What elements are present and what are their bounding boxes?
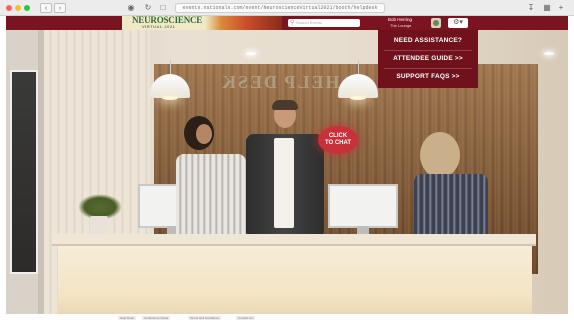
- settings-menu-button[interactable]: ⚙▾: [448, 18, 468, 28]
- door-glass: [10, 70, 38, 274]
- footer-link-contact[interactable]: Contact Us: [236, 316, 255, 320]
- event-logo[interactable]: NEUROSCIENCE VIRTUAL 2021: [122, 16, 282, 30]
- footer-link-help-desk[interactable]: Help Desk: [118, 316, 136, 320]
- help-desk-counter: [58, 246, 532, 314]
- search-input[interactable]: ⚲ Search Events: [288, 19, 360, 27]
- page-footer: Help Desk Conference Guide Terms and Con…: [0, 314, 574, 322]
- ceiling-light: [246, 52, 256, 55]
- browser-toolbar: ‹ › ◉ ↻ □ events.nationals.com/event/Neu…: [0, 0, 574, 16]
- footer-link-conference-guide[interactable]: Conference Guide: [142, 316, 171, 320]
- privacy-icon[interactable]: ◉: [126, 3, 136, 13]
- menu-item-support-faqs[interactable]: SUPPORT FAQS >>: [378, 68, 478, 86]
- monitor-right: [328, 184, 398, 228]
- download-icon[interactable]: ↧: [526, 3, 536, 13]
- add-tab-icon[interactable]: +: [556, 3, 566, 13]
- search-placeholder: Search Events: [296, 20, 323, 25]
- avatar[interactable]: [431, 18, 441, 28]
- search-icon: ⚲: [290, 20, 295, 26]
- ceiling-light: [544, 52, 554, 55]
- plant-pot: [90, 216, 108, 234]
- minimize-window-button[interactable]: [15, 5, 21, 11]
- help-desk-sign: HELP DESK: [220, 72, 340, 92]
- share-icon[interactable]: □: [158, 3, 168, 13]
- click-to-chat-button[interactable]: CLICK TO CHAT: [318, 126, 358, 154]
- maximize-window-button[interactable]: [24, 5, 30, 11]
- forward-button[interactable]: ›: [54, 3, 66, 13]
- menu-item-need-assistance[interactable]: NEED ASSISTANCE?: [378, 32, 478, 50]
- chat-label-line1: CLICK: [328, 133, 348, 139]
- gear-icon: ⚙▾: [453, 19, 463, 26]
- door: [6, 30, 41, 314]
- footer-link-terms[interactable]: Terms and Conditions: [188, 316, 222, 320]
- user-location: The Lounge: [390, 23, 412, 28]
- reload-icon[interactable]: ↻: [143, 3, 153, 13]
- close-window-button[interactable]: [6, 5, 12, 11]
- site-header: NEUROSCIENCE VIRTUAL 2021 ⚲ Search Event…: [6, 16, 568, 30]
- address-bar[interactable]: events.nationals.com/event/NeuroscienceV…: [175, 3, 385, 13]
- menu-item-attendee-guide[interactable]: ATTENDEE GUIDE >>: [378, 50, 478, 68]
- help-desk-scene: HELP DESK CLICK TO CHAT: [6, 30, 568, 314]
- logo-subtitle: VIRTUAL 2021: [142, 24, 176, 29]
- tabs-icon[interactable]: ▦: [542, 3, 552, 13]
- back-button[interactable]: ‹: [40, 3, 52, 13]
- help-dropdown-menu: NEED ASSISTANCE? ATTENDEE GUIDE >> SUPPO…: [378, 30, 478, 88]
- chat-label-line2: TO CHAT: [324, 140, 352, 146]
- desk-top: [52, 234, 536, 246]
- user-name: Bob Herring: [388, 17, 413, 22]
